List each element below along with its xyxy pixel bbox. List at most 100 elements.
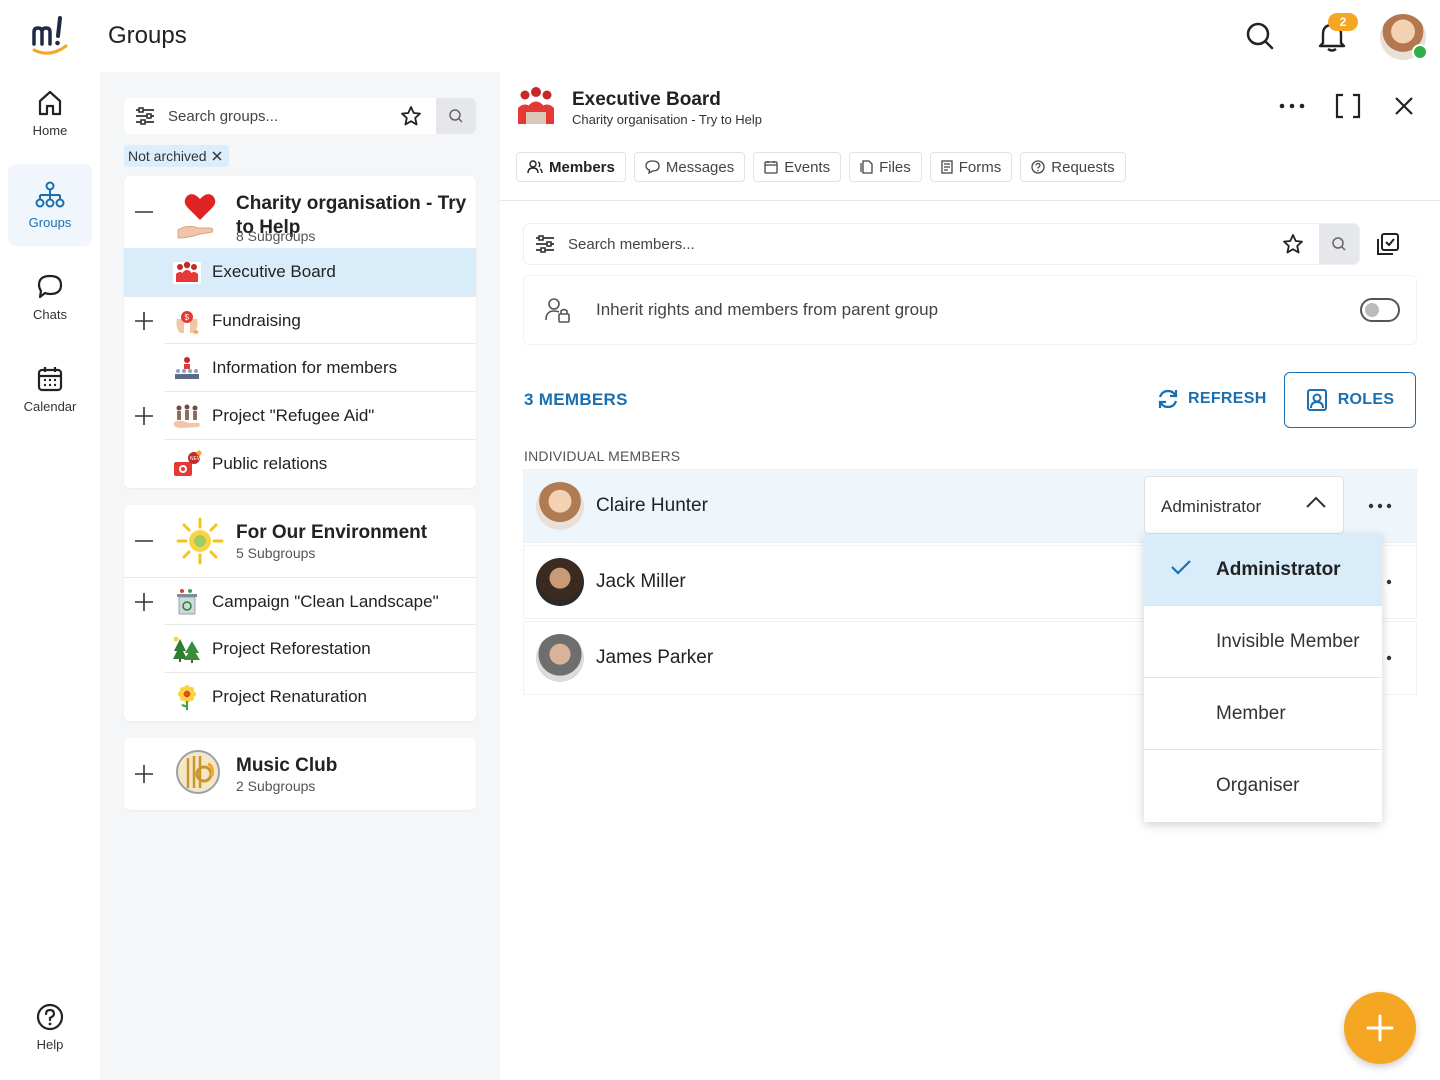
role-dropdown-menu: Administrator Invisible Member Member Or… [1144, 534, 1382, 822]
tab-events[interactable]: Events [753, 152, 842, 182]
subgroup-name: Fundraising [212, 311, 301, 330]
role-option-member[interactable]: Member [1144, 678, 1382, 750]
notification-badge: 2 [1328, 13, 1358, 31]
tab-forms[interactable]: Forms [929, 152, 1013, 182]
subgroup-name: Project Reforestation [212, 639, 371, 658]
individual-members-heading: INDIVIDUAL MEMBERS [524, 448, 681, 464]
role-select-value: Administrator [1161, 497, 1262, 516]
avatar [536, 482, 584, 530]
inherit-rights-label: Inherit rights and members from parent g… [596, 300, 939, 319]
subgroup-count: 5 Subgroups [236, 545, 316, 561]
inherit-rights-row: Inherit rights and members from parent g… [524, 276, 1416, 344]
tab-label: Events [784, 158, 831, 176]
subgroup-row-executive-board[interactable]: Executive Board [124, 248, 476, 296]
information-podium-icon [172, 354, 202, 382]
form-document-icon [941, 160, 953, 174]
group-detail-title: Executive Board [572, 89, 721, 110]
subgroup-name: Project "Refugee Aid" [212, 406, 375, 425]
search-icon [1332, 237, 1346, 251]
filter-sliders-icon[interactable] [534, 234, 556, 259]
star-icon[interactable] [1282, 233, 1304, 260]
group-header[interactable]: Charity organisation - Try to Help 8 Sub… [124, 176, 476, 248]
subgroup-count: 2 Subgroups [236, 778, 316, 794]
avatar [536, 558, 584, 606]
group-search-box [124, 98, 476, 134]
calendar-icon [37, 366, 63, 391]
subgroup-row-information-for-members[interactable]: Information for members [124, 343, 476, 392]
role-select[interactable]: Administrator [1144, 476, 1344, 534]
plus-icon [1366, 1014, 1394, 1042]
group-card-charity: Charity organisation - Try to Help 8 Sub… [124, 176, 476, 488]
collapse-minus-icon[interactable] [134, 202, 154, 222]
subgroup-row-public-relations[interactable]: NEWS Public relations [124, 439, 476, 488]
members-count: 3 MEMBERS [524, 390, 628, 409]
collapse-minus-icon[interactable] [134, 531, 154, 551]
tab-files[interactable]: Files [849, 152, 922, 182]
expand-plus-icon[interactable] [134, 406, 154, 426]
help-icon [36, 1003, 64, 1030]
tab-label: Files [879, 158, 911, 176]
subgroup-row-renaturation[interactable]: Project Renaturation [124, 672, 476, 721]
check-icon [1170, 558, 1192, 581]
executive-board-icon [172, 258, 202, 286]
role-option-administrator[interactable]: Administrator [1144, 534, 1382, 606]
nav-chats[interactable]: Chats [8, 256, 92, 338]
tab-label: Members [549, 158, 615, 176]
home-icon [38, 90, 62, 115]
fullscreen-icon[interactable] [1330, 88, 1366, 124]
svg-text:NEWS: NEWS [190, 456, 202, 462]
member-search-input[interactable] [568, 224, 1168, 264]
nav-help[interactable]: Help [8, 986, 92, 1068]
nav-home[interactable]: Home [8, 72, 92, 154]
add-fab-button[interactable] [1344, 992, 1416, 1064]
group-header[interactable]: For Our Environment 5 Subgroups [124, 505, 476, 577]
tab-label: Requests [1051, 158, 1115, 176]
subgroup-row-reforestation[interactable]: Project Reforestation [124, 624, 476, 673]
subgroup-row-fundraising[interactable]: $ Fundraising [124, 296, 476, 344]
music-instrument-icon [174, 748, 226, 800]
member-row-claire-hunter[interactable]: Claire Hunter Administrator [524, 470, 1416, 542]
expand-plus-icon[interactable] [134, 764, 154, 784]
message-bubble-icon [645, 160, 660, 174]
inherit-rights-toggle[interactable] [1360, 298, 1400, 322]
group-card-music-club: Music Club 2 Subgroups [124, 738, 476, 810]
search-icon[interactable] [1240, 16, 1280, 56]
subgroup-name: Public relations [212, 454, 328, 473]
nav-groups[interactable]: Groups [8, 164, 92, 246]
roles-button[interactable]: ROLES [1284, 372, 1416, 428]
group-search-input[interactable] [168, 98, 388, 134]
subgroup-row-clean-landscape[interactable]: Campaign "Clean Landscape" [124, 577, 476, 625]
divider [500, 200, 1440, 201]
filter-sliders-icon[interactable] [134, 106, 156, 131]
tab-members[interactable]: Members [516, 152, 626, 182]
tab-requests[interactable]: Requests [1020, 152, 1126, 182]
expand-plus-icon[interactable] [134, 592, 154, 612]
left-navigation: Home Groups Chats Calendar Help [0, 72, 100, 1080]
groups-panel: Not archived Charity organisation - Try … [100, 72, 500, 1080]
star-icon[interactable] [400, 105, 422, 132]
role-option-invisible-member[interactable]: Invisible Member [1144, 606, 1382, 678]
role-option-organiser[interactable]: Organiser [1144, 750, 1382, 822]
refresh-button[interactable]: REFRESH [1156, 388, 1267, 410]
subgroup-name: Information for members [212, 358, 398, 377]
multi-select-icon[interactable] [1374, 230, 1402, 258]
tab-messages[interactable]: Messages [633, 152, 746, 182]
group-search-button[interactable] [436, 98, 476, 134]
group-header[interactable]: Music Club 2 Subgroups [124, 738, 476, 810]
close-icon[interactable] [211, 150, 223, 162]
nav-chats-label: Chats [33, 306, 67, 322]
roles-badge-icon [1306, 389, 1327, 411]
top-bar: Groups 2 [0, 0, 1440, 72]
expand-plus-icon[interactable] [134, 311, 154, 331]
app-logo[interactable] [30, 14, 72, 58]
trees-icon [172, 635, 202, 663]
more-options-icon[interactable] [1364, 492, 1396, 520]
online-status-icon [1412, 44, 1428, 60]
avatar [536, 634, 584, 682]
more-options-icon[interactable] [1274, 88, 1310, 124]
close-icon[interactable] [1386, 88, 1422, 124]
member-search-button[interactable] [1319, 224, 1359, 264]
subgroup-row-refugee-aid[interactable]: Project "Refugee Aid" [124, 391, 476, 440]
calendar-icon [764, 161, 778, 174]
nav-calendar[interactable]: Calendar [8, 348, 92, 430]
